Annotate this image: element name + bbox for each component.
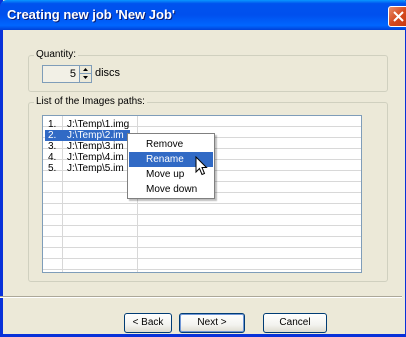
title-bar[interactable]: Creating new job 'New Job' (0, 0, 406, 30)
row-number: 3. (48, 141, 57, 152)
row-path: J:\Temp\5.im (67, 163, 124, 174)
row-path: J:\Temp\1.img (67, 119, 130, 130)
row-number: 2. (48, 130, 57, 141)
close-button[interactable] (388, 6, 406, 27)
row-path: J:\Temp\4.im (67, 152, 124, 163)
row-number: 5. (48, 163, 57, 174)
grid-line (43, 226, 361, 237)
grid-line (43, 248, 361, 259)
grid-line (43, 237, 361, 248)
arrow-up-icon (83, 68, 88, 71)
menu-item-move-down[interactable]: Move down (129, 182, 213, 197)
quantity-spinner[interactable] (80, 65, 92, 83)
button-separator (0, 296, 402, 298)
grid-line (43, 215, 361, 226)
quantity-legend: Quantity: (34, 49, 79, 61)
row-number: 1. (48, 119, 57, 130)
grid-line (43, 204, 361, 215)
cancel-button[interactable]: Cancel (263, 313, 327, 333)
window-title: Creating new job 'New Job' (7, 7, 175, 22)
menu-item-remove[interactable]: Remove (129, 137, 213, 152)
arrow-down-icon (83, 76, 88, 79)
row-number: 4. (48, 152, 57, 163)
row-path: J:\Temp\3.im (67, 141, 124, 152)
quantity-unit-label: discs (95, 67, 121, 79)
row-path: J:\Temp\2.im (67, 130, 124, 141)
close-icon (393, 11, 404, 22)
grid-line (43, 259, 361, 270)
mouse-cursor-icon (195, 156, 208, 176)
back-button[interactable]: < Back (124, 313, 172, 333)
next-button[interactable]: Next > (179, 313, 245, 333)
quantity-input[interactable]: 5 (42, 65, 80, 83)
list-item-selected[interactable]: 2. J:\Temp\2.im (45, 130, 130, 141)
images-legend: List of the Images paths: (34, 96, 147, 108)
spin-down-button[interactable] (80, 74, 91, 82)
spin-up-button[interactable] (80, 66, 91, 74)
